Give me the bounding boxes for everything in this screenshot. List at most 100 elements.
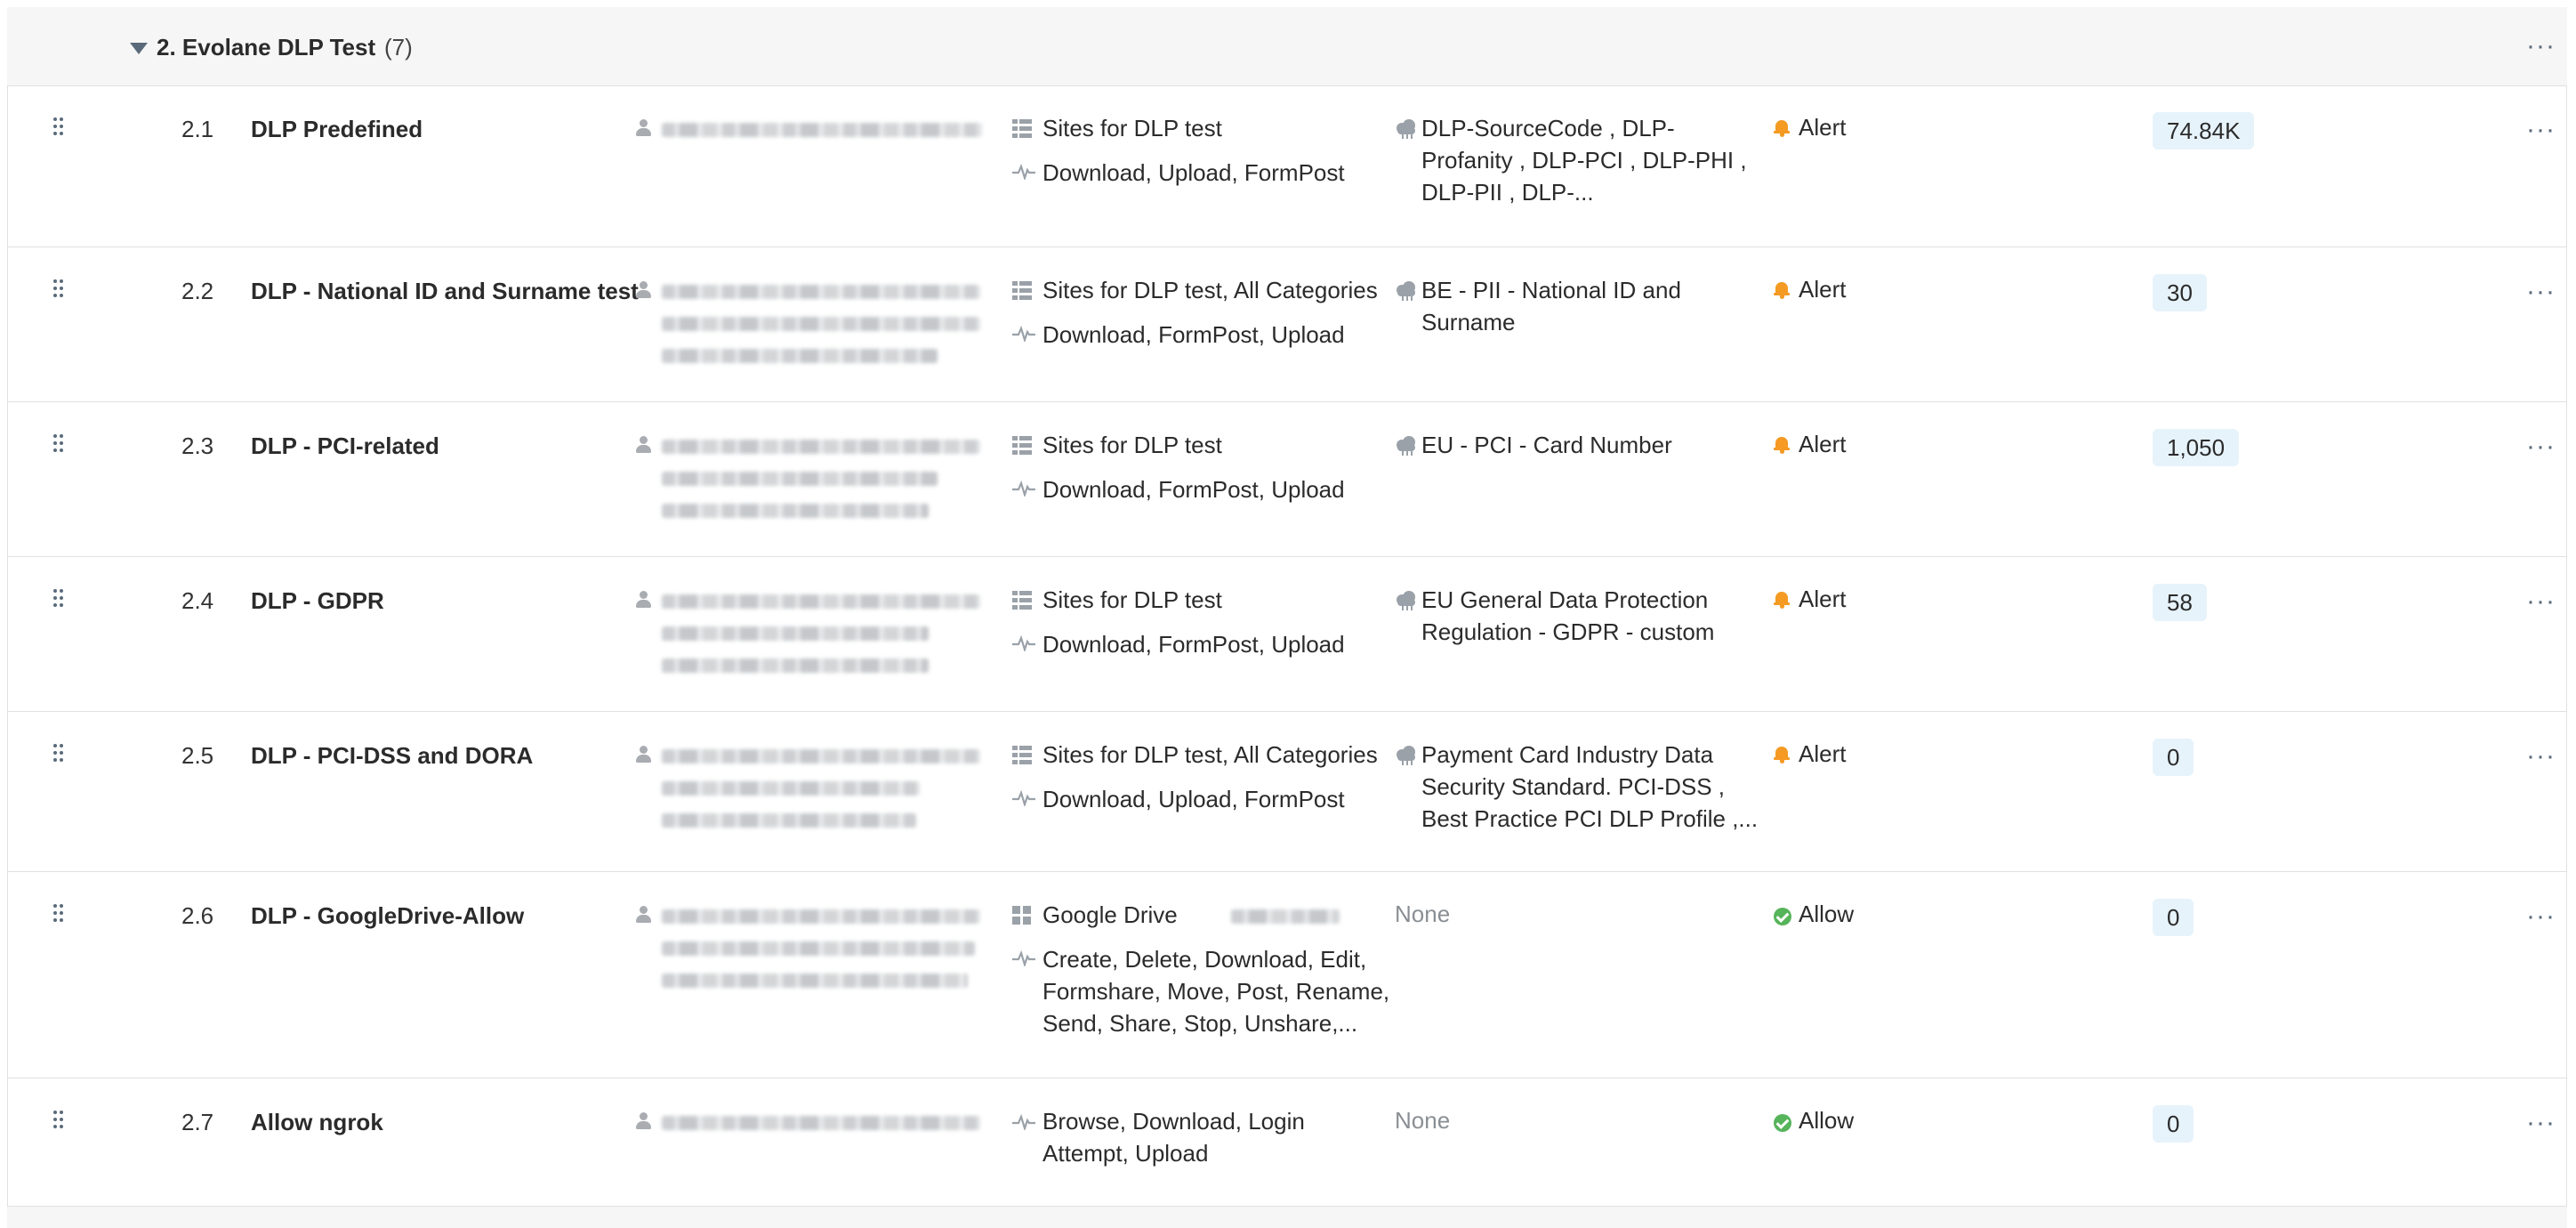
- rule-name[interactable]: DLP - PCI-related: [251, 432, 439, 460]
- rule-name[interactable]: DLP - GDPR: [251, 587, 384, 615]
- activity-icon: [1012, 164, 1035, 180]
- redacted-users: [662, 909, 980, 924]
- rule-name[interactable]: DLP - GoogleDrive-Allow: [251, 902, 524, 930]
- rule-name[interactable]: DLP Predefined: [251, 116, 423, 143]
- rule-row[interactable]: 2.2 DLP - National ID and Surname test S…: [7, 247, 2567, 402]
- user-icon: [635, 119, 651, 137]
- rule-name[interactable]: DLP - PCI-DSS and DORA: [251, 742, 533, 770]
- dlp-profile-none: None: [1395, 901, 1451, 927]
- dlp-profile-line: Profanity , DLP-PCI , DLP-PHI ,: [1421, 147, 1747, 174]
- activity-icon: [1012, 481, 1035, 497]
- redacted-users: [662, 749, 980, 763]
- drag-handle-icon[interactable]: [53, 434, 64, 454]
- row-menu-icon[interactable]: ···: [2526, 1110, 2556, 1136]
- activities: Download, Upload, FormPost: [1042, 159, 1345, 186]
- app-grid-icon: [1012, 906, 1032, 925]
- redacted-users: [662, 285, 980, 299]
- bell-icon: [1774, 436, 1790, 454]
- bell-icon: [1774, 281, 1790, 299]
- list-icon: [1012, 746, 1032, 765]
- activity-icon: [1012, 1114, 1035, 1130]
- drag-handle-icon[interactable]: [53, 1111, 64, 1130]
- rule-number: 2.7: [181, 1109, 214, 1135]
- dlp-profile-line: DLP-PII , DLP-...: [1421, 179, 1594, 206]
- activity-icon: [1012, 326, 1035, 342]
- row-menu-icon[interactable]: ···: [2526, 588, 2556, 615]
- rule-name[interactable]: DLP - National ID and Surname test: [251, 278, 639, 305]
- dlp-profile-line: EU General Data Protection: [1421, 586, 1709, 613]
- drag-handle-icon[interactable]: [53, 744, 64, 763]
- destinations: Sites for DLP test: [1042, 432, 1222, 458]
- list-icon: [1012, 119, 1032, 139]
- check-circle-icon: [1774, 1114, 1791, 1132]
- rule-action: Alert: [1799, 431, 1847, 457]
- row-menu-icon[interactable]: ···: [2526, 743, 2556, 770]
- activities: Download, Upload, FormPost: [1042, 786, 1345, 812]
- row-menu-icon[interactable]: ···: [2526, 903, 2556, 930]
- dlp-profile-cloud-icon: [1395, 119, 1418, 139]
- dlp-profile-cloud-icon: [1395, 746, 1418, 765]
- drag-handle-icon[interactable]: [53, 904, 64, 924]
- group-count: (7): [384, 34, 413, 61]
- row-menu-icon[interactable]: ···: [2526, 117, 2556, 143]
- rule-action: Alert: [1799, 276, 1847, 303]
- group-menu-icon[interactable]: ···: [2526, 33, 2556, 60]
- dlp-profile-line: DLP-SourceCode , DLP-: [1421, 115, 1675, 141]
- activity-icon: [1012, 635, 1035, 651]
- rule-row[interactable]: 2.6 DLP - GoogleDrive-Allow Google Drive…: [7, 872, 2567, 1079]
- destinations: Sites for DLP test, All Categories: [1042, 741, 1378, 768]
- rule-row[interactable]: 2.3 DLP - PCI-related Sites for DLP test…: [7, 402, 2567, 557]
- redacted-users: [662, 658, 929, 673]
- next-group-header: [7, 1207, 2567, 1228]
- rule-action: Alert: [1799, 586, 1847, 612]
- rule-action: Alert: [1799, 114, 1847, 141]
- row-menu-icon[interactable]: ···: [2526, 279, 2556, 305]
- redacted-users: [662, 594, 980, 609]
- destinations: Sites for DLP test: [1042, 586, 1222, 613]
- rule-number: 2.4: [181, 587, 214, 614]
- redacted-users: [662, 349, 938, 363]
- redacted-users: [662, 472, 938, 486]
- rule-row[interactable]: 2.4 DLP - GDPR Sites for DLP test Downlo…: [7, 557, 2567, 712]
- destinations: Google Drive: [1042, 901, 1178, 928]
- rule-action: Allow: [1799, 1107, 1855, 1134]
- rule-row[interactable]: 2.7 Allow ngrok Browse, Download, Login …: [7, 1079, 2567, 1207]
- activity-icon: [1012, 950, 1035, 966]
- drag-handle-icon[interactable]: [53, 589, 64, 609]
- bell-icon: [1774, 591, 1790, 609]
- drag-handle-icon[interactable]: [53, 117, 64, 137]
- redacted-users: [662, 1116, 980, 1130]
- dlp-profile-none: None: [1395, 1107, 1451, 1134]
- activities-line: Formshare, Move, Post, Rename,: [1042, 978, 1390, 1005]
- row-menu-icon[interactable]: ···: [2526, 433, 2556, 460]
- dlp-profile-line: Regulation - GDPR - custom: [1421, 618, 1715, 645]
- collapse-caret-icon[interactable]: [130, 43, 148, 54]
- destinations: Sites for DLP test, All Categories: [1042, 277, 1378, 303]
- list-icon: [1012, 436, 1032, 456]
- redacted-users: [662, 317, 980, 331]
- activities-line: Send, Share, Stop, Unshare,...: [1042, 1010, 1358, 1037]
- rule-action: Allow: [1799, 901, 1855, 927]
- user-icon: [635, 436, 651, 454]
- check-circle-icon: [1774, 908, 1791, 925]
- activities-line: Browse, Download, Login: [1042, 1108, 1305, 1135]
- rule-row[interactable]: 2.5 DLP - PCI-DSS and DORA Sites for DLP…: [7, 712, 2567, 872]
- rule-name[interactable]: Allow ngrok: [251, 1109, 383, 1136]
- activity-icon: [1012, 790, 1035, 806]
- dlp-profile-cloud-icon: [1395, 591, 1418, 610]
- rule-number: 2.3: [181, 432, 214, 459]
- dlp-profile-line: Best Practice PCI DLP Profile ,...: [1421, 805, 1759, 832]
- redacted-users: [662, 123, 982, 137]
- hits-badge: 74.84K: [2153, 112, 2255, 149]
- redacted-users: [662, 440, 980, 454]
- list-icon: [1012, 281, 1032, 301]
- rule-row[interactable]: 2.1 DLP Predefined Sites for DLP test Do…: [7, 85, 2567, 247]
- destinations: Sites for DLP test: [1042, 115, 1222, 141]
- dlp-profile-line: BE - PII - National ID and: [1421, 277, 1681, 303]
- bell-icon: [1774, 746, 1790, 763]
- drag-handle-icon[interactable]: [53, 279, 64, 299]
- rule-group-header[interactable]: 2. Evolane DLP Test (7) ···: [7, 7, 2567, 86]
- hits-badge: 1,050: [2153, 429, 2240, 466]
- redacted-users: [662, 781, 920, 796]
- bell-icon: [1774, 119, 1790, 137]
